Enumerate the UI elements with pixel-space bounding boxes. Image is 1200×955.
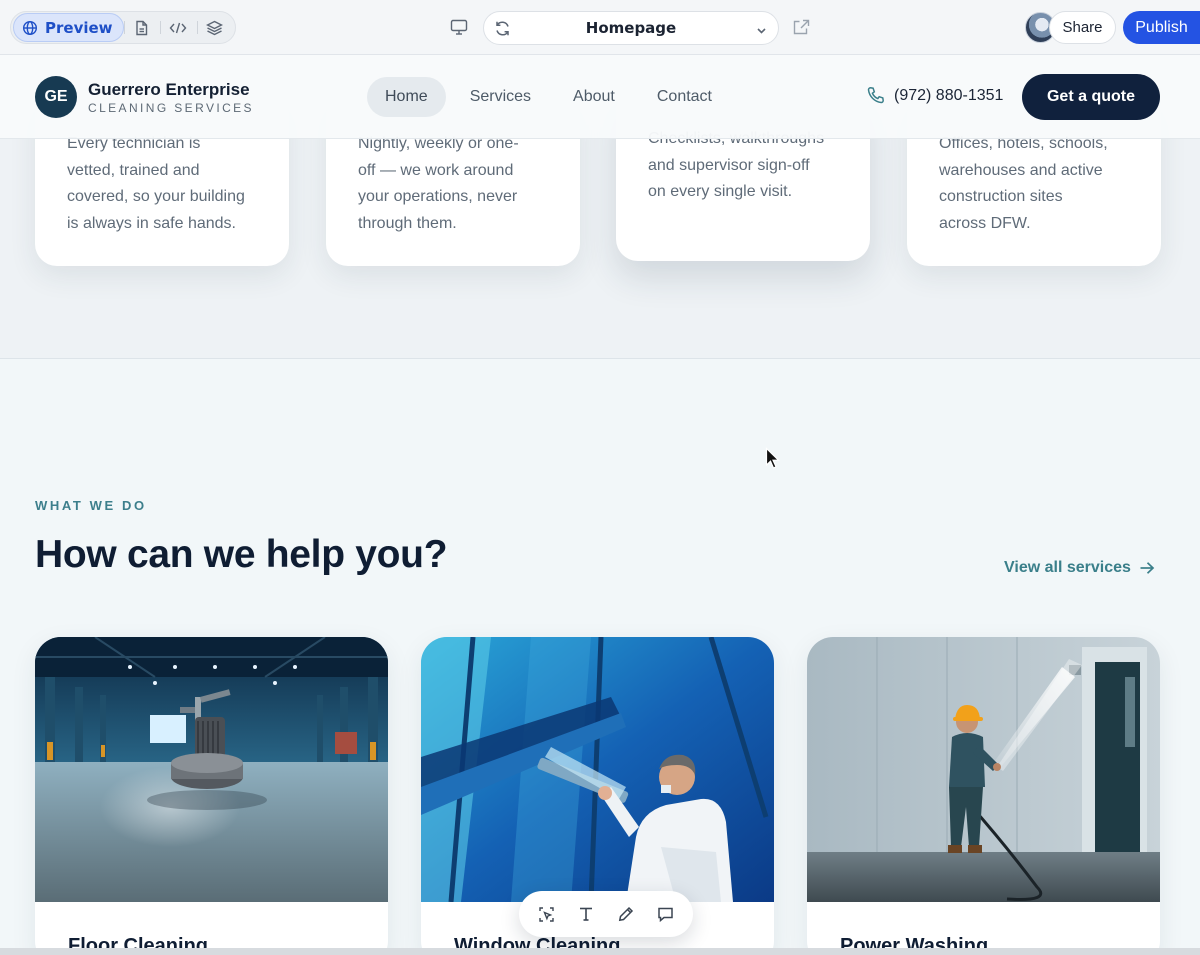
desktop-icon	[450, 19, 468, 35]
section-heading: How can we help you?	[35, 533, 448, 576]
editor-toolbar: Preview Homepage Share Publish	[0, 0, 1200, 55]
phone-number: (972) 880-1351	[894, 86, 1004, 104]
view-all-services-link[interactable]: View all services	[1004, 559, 1155, 577]
site-logo[interactable]: GE	[35, 76, 77, 118]
file-icon	[136, 20, 148, 35]
service-title: Power Washing	[840, 935, 989, 948]
view-mode-switcher: Preview	[10, 11, 236, 44]
service-title: Floor Cleaning	[68, 935, 208, 948]
phone-link[interactable]: (972) 880-1351	[866, 86, 1003, 105]
globe-icon	[22, 20, 38, 35]
open-external-button[interactable]	[793, 19, 810, 36]
window-bottom-edge	[0, 948, 1200, 955]
layers-mode-button[interactable]	[196, 13, 234, 42]
site-preview-canvas: Every technician is vetted, trained and co…	[0, 55, 1200, 948]
brand-name[interactable]: Guerrero Enterprise	[88, 80, 250, 100]
nav-home[interactable]: Home	[367, 77, 446, 117]
pencil-icon[interactable]	[611, 899, 641, 929]
preview-mode-button[interactable]: Preview	[13, 13, 124, 42]
feature-text: Nightly, weekly or one-off — we work aro…	[358, 135, 519, 232]
brand-tagline: CLEANING SERVICES	[88, 101, 254, 115]
section-eyebrow: WHAT WE DO	[35, 498, 147, 513]
service-card-floor-cleaning[interactable]: Floor Cleaning	[35, 637, 388, 948]
text-icon[interactable]	[571, 899, 601, 929]
nav-contact[interactable]: Contact	[639, 77, 730, 117]
code-icon	[169, 22, 187, 33]
service-card-power-washing[interactable]: Power Washing	[807, 637, 1160, 948]
page-selector-label: Homepage	[585, 19, 677, 37]
desktop-viewport-button[interactable]	[450, 19, 468, 36]
phone-icon	[867, 87, 884, 104]
page-selector[interactable]: Homepage	[483, 11, 779, 45]
nav-services[interactable]: Services	[452, 77, 549, 117]
floating-edit-toolbar	[519, 891, 693, 937]
publish-button[interactable]: Publish	[1123, 11, 1200, 44]
arrow-right-icon	[1140, 562, 1155, 574]
select-icon[interactable]	[532, 899, 562, 929]
window-cleaning-image	[421, 637, 774, 902]
nav-about[interactable]: About	[555, 77, 633, 117]
preview-mode-label: Preview	[45, 18, 113, 37]
view-all-label: View all services	[1004, 559, 1131, 576]
external-link-icon	[793, 19, 810, 35]
share-button[interactable]: Share	[1049, 11, 1116, 44]
comment-icon[interactable]	[650, 899, 680, 929]
power-washing-image	[807, 637, 1160, 902]
code-mode-button[interactable]	[160, 13, 197, 42]
mouse-cursor-icon	[765, 447, 780, 469]
warehouse-floor-image	[35, 637, 388, 902]
pages-mode-button[interactable]	[123, 13, 161, 42]
feature-text: Offices, hotels, schools, warehouses and …	[939, 135, 1108, 232]
site-header: GE Guerrero Enterprise CLEANING SERVICES…	[0, 55, 1200, 139]
site-nav: Home Services About Contact	[367, 76, 736, 118]
chevron-down-icon	[755, 22, 768, 41]
feature-text: Every technician is vetted, trained and co…	[67, 135, 245, 232]
get-quote-button[interactable]: Get a quote	[1022, 74, 1160, 120]
layers-icon	[206, 20, 224, 35]
